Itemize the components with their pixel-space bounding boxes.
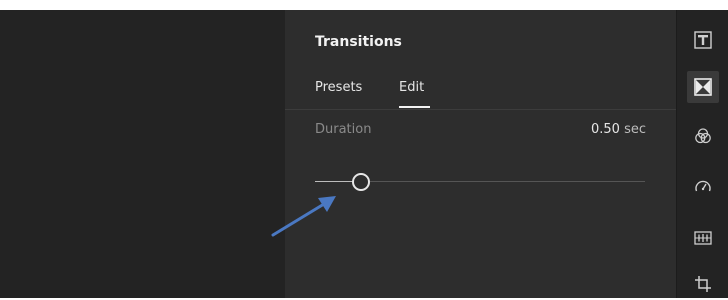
active-tab-indicator	[399, 106, 430, 108]
duration-value: 0.50 sec	[591, 122, 646, 137]
tab-edit[interactable]: Edit	[399, 80, 424, 95]
tab-presets[interactable]: Presets	[315, 80, 362, 95]
crop-icon[interactable]	[687, 268, 719, 300]
transitions-icon[interactable]	[687, 71, 719, 103]
speed-gauge-icon[interactable]	[687, 170, 719, 202]
slider-thumb[interactable]	[352, 173, 371, 191]
panel-title: Transitions	[315, 34, 402, 50]
transitions-panel: Transitions Presets Edit Duration 0.50 s…	[285, 10, 676, 298]
duration-slider[interactable]	[315, 172, 645, 192]
tabs-divider	[285, 109, 676, 110]
audio-track-icon[interactable]	[687, 222, 719, 254]
tool-rail	[676, 10, 728, 298]
color-wheels-icon[interactable]	[687, 120, 719, 152]
editor-window: Transitions Presets Edit Duration 0.50 s…	[0, 10, 728, 298]
duration-number: 0.50	[590, 122, 620, 137]
text-icon[interactable]	[687, 24, 719, 56]
duration-unit: sec	[624, 122, 646, 137]
preview-area	[0, 10, 285, 298]
duration-label: Duration	[315, 122, 372, 137]
